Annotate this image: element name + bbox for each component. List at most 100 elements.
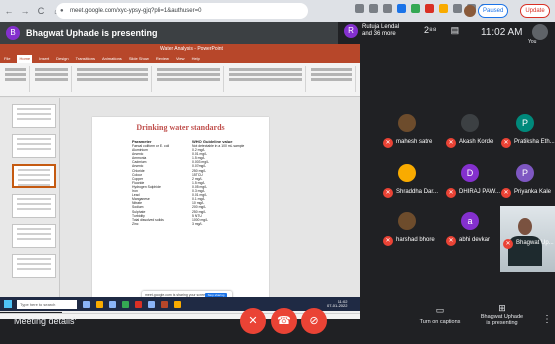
more-options-icon[interactable]: ⋮	[542, 314, 552, 325]
standards-table: Faecal coliform or E. coli Not detectable…	[132, 144, 262, 226]
ribbon-group-font[interactable]	[74, 66, 152, 92]
ribbon-tab[interactable]: View	[176, 55, 185, 63]
meeting-details-button[interactable]: Meeting details	[14, 316, 75, 326]
address-bar[interactable]: ● meet.google.com/xyc-ypsy-gjq?pli=1&aut…	[56, 3, 308, 19]
shared-screen: Water Analysis - PowerPoint File Home In…	[0, 44, 360, 319]
participant-name: mahesh satre	[396, 139, 433, 145]
chevron-up-icon[interactable]: ^	[72, 315, 76, 325]
tray-date: 07-01-2022	[327, 303, 348, 308]
task-view-icon[interactable]	[83, 300, 90, 308]
participant-avatar	[398, 212, 416, 230]
participant-tile[interactable]: ✕ Shraddha Dar...	[382, 158, 446, 206]
ribbon-tab[interactable]: Review	[156, 55, 169, 63]
ribbon-tab[interactable]: File	[4, 55, 10, 63]
parameter-cell: Zinc	[132, 221, 139, 226]
slide-thumbnail[interactable]	[12, 254, 56, 278]
app-icon[interactable]	[148, 300, 155, 308]
ppt-window-title: Water Analysis - PowerPoint	[160, 46, 223, 52]
slide-thumbnail[interactable]	[12, 104, 56, 128]
slide-thumbnail[interactable]	[12, 224, 56, 248]
update-button[interactable]: Update	[520, 4, 550, 18]
captions-button[interactable]: ▭ Turn on captions	[412, 305, 468, 325]
chat-icon[interactable]: ▤	[451, 25, 460, 36]
meet-window: B Bhagwat Uphade is presenting R Rutuja …	[0, 22, 555, 344]
browser-toolbar: ← → C ⌂ ● meet.google.com/xyc-ypsy-gjq?p…	[0, 0, 555, 22]
ppt-ribbon	[0, 63, 360, 97]
participant-tile[interactable]: P ✕ Pratiksha Eth...	[500, 108, 555, 156]
edge-icon[interactable]	[109, 300, 116, 308]
participant-avatar: D	[461, 164, 479, 182]
mic-off-icon: ✕	[383, 138, 393, 148]
forward-icon[interactable]: →	[18, 4, 32, 18]
extension-icon[interactable]	[411, 4, 420, 13]
ribbon-tab[interactable]: Insert	[39, 55, 49, 63]
meeting-clock: 11:02 AM	[481, 27, 523, 38]
slide-thumbnails	[0, 98, 60, 304]
app-icon[interactable]	[174, 300, 181, 308]
ribbon-tab[interactable]: Design	[56, 55, 68, 63]
extension-icon[interactable]	[453, 4, 462, 13]
end-call-button[interactable]: ☎	[271, 308, 297, 334]
people-summary[interactable]: R Rutuja Lendal and 36 more	[344, 24, 399, 38]
participant-name: Pratiksha Eth...	[514, 139, 555, 145]
extension-icon[interactable]	[369, 4, 378, 13]
participant-tile[interactable]: ✕ mahesh satre	[382, 108, 446, 156]
slide-thumbnail[interactable]	[12, 134, 56, 158]
participant-avatar	[461, 114, 479, 132]
profile-avatar[interactable]	[464, 5, 476, 17]
ribbon-tab[interactable]: Help	[192, 55, 200, 63]
participant-video-tile[interactable]: ✕ Bhagwat Up...	[500, 206, 555, 272]
slide-title: Drinking water standards	[136, 123, 225, 132]
ribbon-tab-active[interactable]: Home	[17, 55, 33, 63]
people-icon[interactable]: 2⁸⁸	[424, 25, 437, 36]
ribbon-group-clipboard[interactable]	[2, 66, 30, 92]
ribbon-tab[interactable]: Slide Show	[129, 55, 149, 63]
slide-thumbnail-selected[interactable]	[12, 164, 56, 188]
participant-tile[interactable]: ✕ harshad bhore	[382, 206, 446, 254]
mic-off-icon: ✕	[501, 138, 511, 148]
slide-thumbnail[interactable]	[12, 194, 56, 218]
mic-off-icon: ✕	[446, 138, 456, 148]
meet-top-icons: 2⁸⁸ ▤	[424, 25, 459, 36]
ppt-titlebar: Water Analysis - PowerPoint	[0, 44, 360, 55]
powerpoint-icon[interactable]	[161, 300, 168, 308]
presenter-banner-text: Bhagwat Uphade is presenting	[26, 28, 158, 38]
participant-name: Akash Korde	[459, 139, 494, 145]
present-now-button[interactable]: ⊞ Bhagwat Uphade is presenting	[478, 303, 526, 327]
extension-icon[interactable]	[355, 4, 364, 13]
camera-off-button[interactable]: ⊘	[301, 308, 327, 334]
slide-canvas[interactable]: Drinking water standards Parameter WHO G…	[92, 117, 269, 306]
present-icon: ⊞	[498, 303, 506, 313]
table-row: Zinc 3 mg/L	[132, 222, 262, 226]
file-explorer-icon[interactable]	[96, 300, 103, 308]
captions-label: Turn on captions	[419, 319, 461, 325]
participant-name: DHIRAJ PAW...	[459, 189, 501, 195]
participant-avatar: a	[461, 212, 479, 230]
extension-icon[interactable]	[439, 4, 448, 13]
presenter-avatar: B	[6, 26, 20, 40]
participant-avatar	[398, 164, 416, 182]
ribbon-group-drawing[interactable]	[226, 66, 306, 92]
windows-start-icon[interactable]	[4, 300, 12, 308]
ribbon-group-slides[interactable]	[32, 66, 72, 92]
participant-tile[interactable]: P ✕ Priyanka Kale	[500, 158, 555, 206]
lock-icon: ●	[60, 8, 64, 14]
presenting-line2: is presenting	[486, 320, 518, 326]
extension-icon[interactable]	[425, 4, 434, 13]
back-icon[interactable]: ←	[2, 4, 16, 18]
reload-icon[interactable]: C	[34, 4, 48, 18]
self-avatar	[532, 24, 548, 40]
extension-icon[interactable]	[383, 4, 392, 13]
ribbon-tab[interactable]: Animations	[102, 55, 122, 63]
app-icon[interactable]	[135, 300, 142, 308]
taskbar-search[interactable]: Type here to search	[17, 299, 77, 309]
mic-off-button[interactable]: ✕	[240, 308, 266, 334]
extension-icon[interactable]	[397, 4, 406, 13]
ribbon-tab[interactable]: Transitions	[76, 55, 95, 63]
participant-name: harshad bhore	[396, 237, 435, 243]
ribbon-group-paragraph[interactable]	[154, 66, 224, 92]
chrome-icon[interactable]	[122, 300, 129, 308]
ribbon-group-editing[interactable]	[308, 66, 356, 92]
participant-video-face	[518, 218, 532, 235]
paused-button[interactable]: Paused	[478, 4, 509, 18]
